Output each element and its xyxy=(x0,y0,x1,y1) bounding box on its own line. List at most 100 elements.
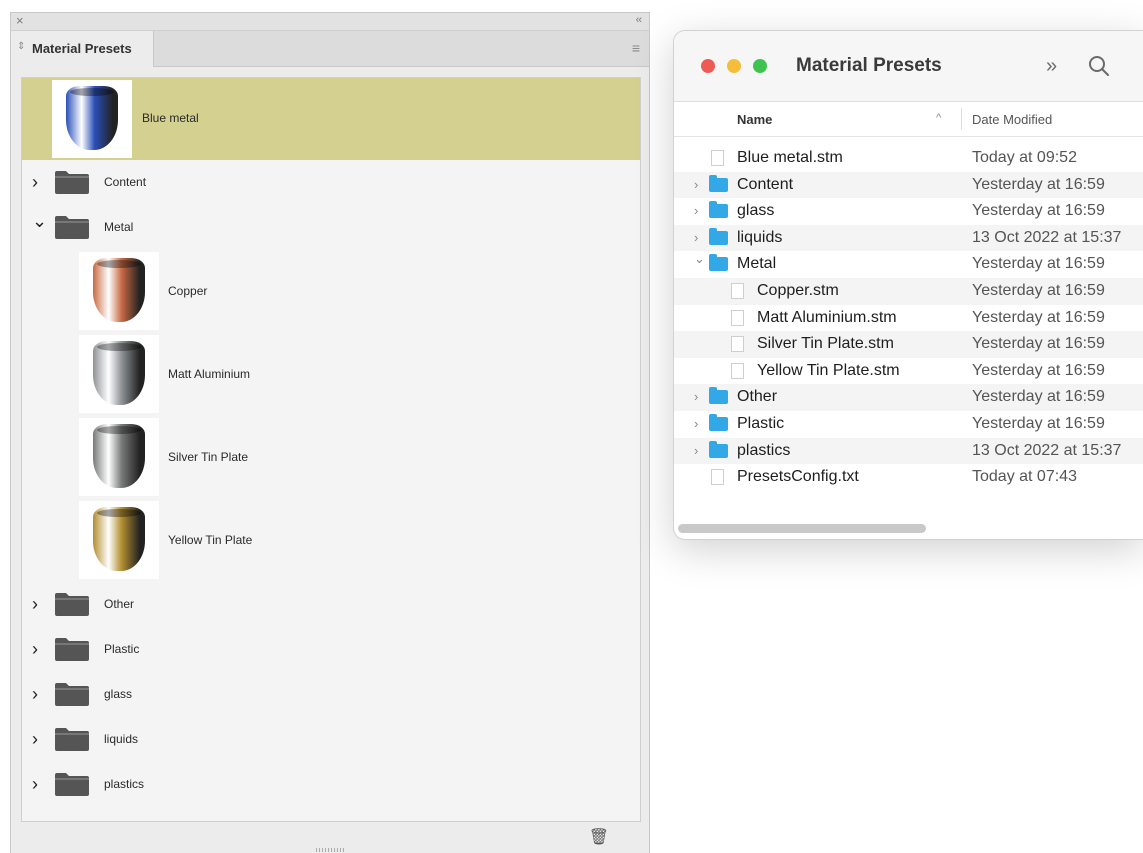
document-icon xyxy=(731,362,744,379)
file-name: Plastic xyxy=(737,415,785,432)
file-row[interactable]: › Content Yesterday at 16:59 xyxy=(674,171,1143,199)
file-date: 13 Oct 2022 at 15:37 xyxy=(972,228,1122,246)
collapse-panel-icon[interactable]: ‹‹ xyxy=(636,14,642,26)
finder-toolbar: Material Presets » xyxy=(674,31,1143,102)
chevron-right-icon[interactable]: › xyxy=(32,172,38,193)
zoom-window-button[interactable] xyxy=(753,59,767,73)
document-icon xyxy=(731,283,744,299)
disclosure-closed-icon[interactable]: › xyxy=(694,230,698,245)
file-date: Yesterday at 16:59 xyxy=(972,255,1105,273)
file-row[interactable]: ⌄ Metal Yesterday at 16:59 xyxy=(674,251,1143,278)
date-modified-column-header[interactable]: Date Modified xyxy=(972,112,1052,127)
file-date: Today at 07:43 xyxy=(972,468,1077,486)
file-row[interactable]: › Other Yesterday at 16:59 xyxy=(674,384,1143,411)
folder-item[interactable]: › liquids xyxy=(22,717,640,762)
preset-label: Blue metal xyxy=(142,111,199,125)
panel-menu-icon[interactable]: ≡ xyxy=(632,40,640,56)
file-row[interactable]: › glass Yesterday at 16:59 xyxy=(674,198,1143,225)
preset-item[interactable]: Copper xyxy=(22,250,640,333)
cup-thumbnail-icon xyxy=(93,507,145,571)
folder-label: Content xyxy=(104,175,147,189)
column-header: Name ^ Date Modified xyxy=(674,102,1143,137)
folder-icon xyxy=(709,440,728,458)
chevron-right-icon[interactable]: › xyxy=(32,594,38,615)
file-date: Yesterday at 16:59 xyxy=(972,308,1105,326)
document-icon xyxy=(711,469,724,486)
preset-label: Yellow Tin Plate xyxy=(168,532,253,547)
chevron-right-icon[interactable]: › xyxy=(32,774,38,795)
sort-ascending-icon[interactable]: ^ xyxy=(936,112,941,124)
preset-item[interactable]: Silver Tin Plate xyxy=(22,416,640,499)
disclosure-open-icon[interactable]: ⌄ xyxy=(694,251,705,267)
file-row[interactable]: › liquids 13 Oct 2022 at 15:37 xyxy=(674,224,1143,252)
folder-label: Other xyxy=(104,597,135,611)
preset-item[interactable]: Blue metal xyxy=(22,78,640,160)
folder-label: liquids xyxy=(104,732,139,746)
folder-item[interactable]: ⌄ Metal xyxy=(22,205,640,250)
folder-icon xyxy=(55,682,89,706)
resize-grip[interactable] xyxy=(316,848,344,852)
close-icon[interactable]: × xyxy=(16,13,24,28)
file-name: PresetsConfig.txt xyxy=(737,468,859,486)
file-name: Silver Tin Plate.stm xyxy=(757,335,894,353)
folder-icon xyxy=(709,227,728,245)
disclosure-closed-icon[interactable]: › xyxy=(694,203,698,218)
column-divider[interactable] xyxy=(961,108,962,130)
folder-icon xyxy=(55,170,89,194)
folder-icon xyxy=(55,772,89,796)
preset-thumbnail xyxy=(79,252,159,330)
disclosure-closed-icon[interactable]: › xyxy=(694,177,698,192)
folder-item[interactable]: › Plastic xyxy=(22,627,640,672)
folder-item[interactable]: › plastics xyxy=(22,762,640,807)
folder-icon xyxy=(709,201,728,219)
preset-thumbnail xyxy=(79,418,159,496)
folder-icon xyxy=(709,174,728,192)
file-date: Yesterday at 16:59 xyxy=(972,388,1105,406)
file-name: Content xyxy=(737,175,794,193)
file-row[interactable]: › plastics 13 Oct 2022 at 15:37 xyxy=(674,437,1143,465)
file-name: Matt Aluminium.stm xyxy=(757,308,897,326)
file-row[interactable]: Matt Aluminium.stm Yesterday at 16:59 xyxy=(674,305,1143,332)
more-toolbar-items-icon[interactable]: » xyxy=(1046,55,1057,78)
file-row[interactable]: PresetsConfig.txt Today at 07:43 xyxy=(674,464,1143,491)
cup-thumbnail-icon xyxy=(93,424,145,488)
tab-label: Material Presets xyxy=(32,41,132,56)
close-window-button[interactable] xyxy=(701,59,715,73)
preset-thumbnail xyxy=(79,501,159,579)
preset-item[interactable]: Yellow Tin Plate xyxy=(22,499,640,582)
panel-tab-bar: ⇕ Material Presets ≡ xyxy=(11,31,649,67)
folder-icon xyxy=(55,215,89,239)
search-icon[interactable] xyxy=(1086,53,1112,79)
chevron-right-icon[interactable]: › xyxy=(32,684,38,705)
chevron-down-icon[interactable]: ⌄ xyxy=(32,211,47,232)
file-name: liquids xyxy=(737,228,783,246)
file-row[interactable]: Copper.stm Yesterday at 16:59 xyxy=(674,278,1143,305)
trash-icon[interactable]: 🗑 xyxy=(589,827,609,847)
cup-thumbnail-icon xyxy=(93,258,145,322)
folder-item[interactable]: › Other xyxy=(22,582,640,627)
tab-material-presets[interactable]: ⇕ Material Presets xyxy=(11,31,154,67)
file-row[interactable]: Yellow Tin Plate.stm Yesterday at 16:59 xyxy=(674,358,1143,385)
minimize-window-button[interactable] xyxy=(727,59,741,73)
file-row[interactable]: Blue metal.stm Today at 09:52 xyxy=(674,145,1143,172)
file-name: Metal xyxy=(737,255,777,273)
file-date: Yesterday at 16:59 xyxy=(972,282,1105,299)
folder-icon xyxy=(55,592,89,616)
file-date: Yesterday at 16:59 xyxy=(972,202,1105,220)
horizontal-scrollbar[interactable] xyxy=(678,524,926,533)
file-row[interactable]: › Plastic Yesterday at 16:59 xyxy=(674,411,1143,438)
folder-label: plastics xyxy=(104,777,145,791)
file-row[interactable]: Silver Tin Plate.stm Yesterday at 16:59 xyxy=(674,331,1143,358)
chevron-right-icon[interactable]: › xyxy=(32,639,38,660)
preset-item[interactable]: Matt Aluminium xyxy=(22,333,640,416)
name-column-header[interactable]: Name xyxy=(737,112,772,127)
preset-label: Matt Aluminium xyxy=(168,366,251,381)
disclosure-closed-icon[interactable]: › xyxy=(694,416,698,431)
chevron-right-icon[interactable]: › xyxy=(32,729,38,750)
file-name: plastics xyxy=(737,441,791,459)
folder-item[interactable]: › Content xyxy=(22,160,640,205)
disclosure-closed-icon[interactable]: › xyxy=(694,443,698,458)
disclosure-closed-icon[interactable]: › xyxy=(694,389,698,404)
folder-item[interactable]: › glass xyxy=(22,672,640,717)
file-name: Other xyxy=(737,388,778,406)
